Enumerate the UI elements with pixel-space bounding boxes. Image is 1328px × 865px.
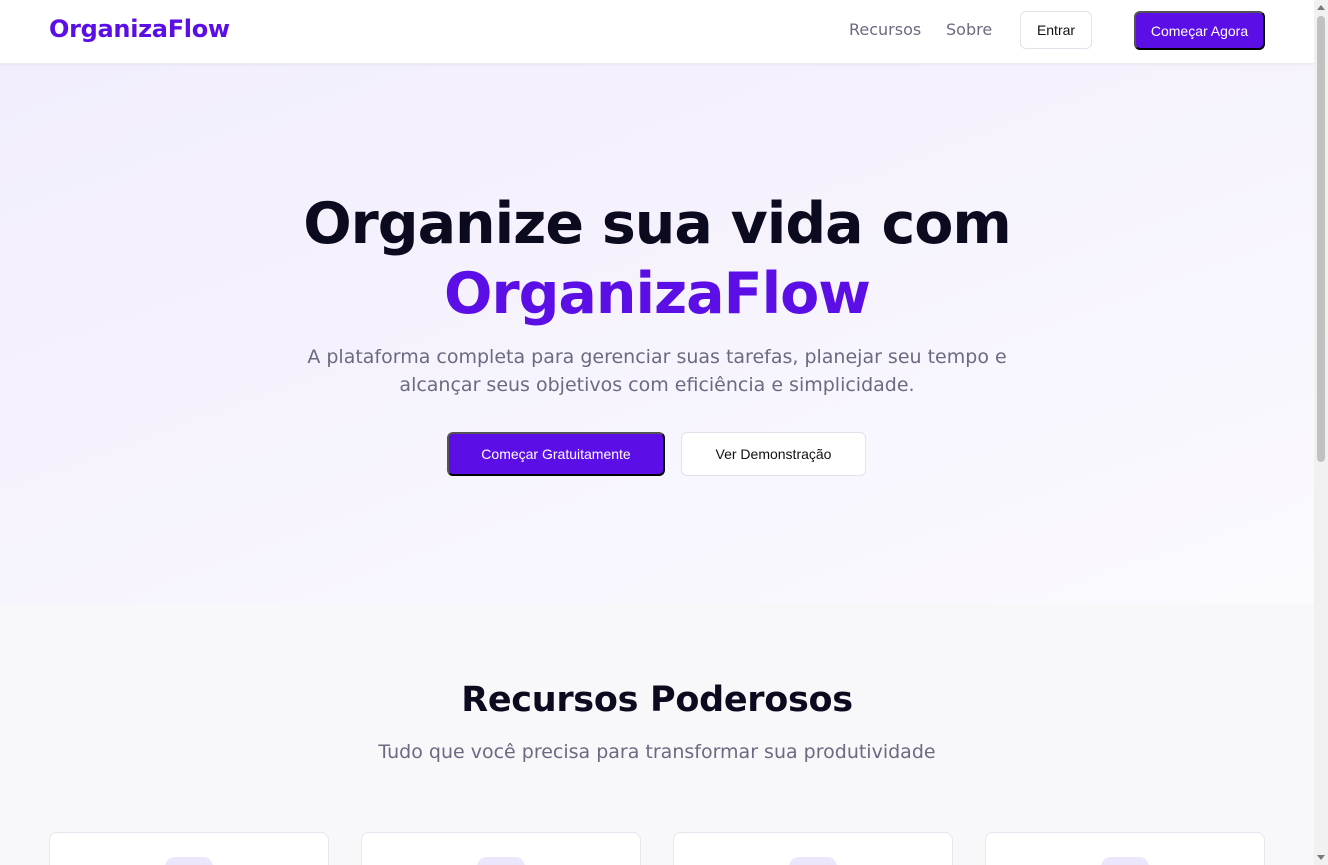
logo[interactable]: OrganizaFlow — [49, 15, 230, 43]
view-demo-button[interactable]: Ver Demonstração — [681, 432, 866, 476]
hero-title: Organize sua vida com OrganizaFlow — [0, 189, 1314, 329]
feature-card — [673, 832, 953, 865]
hero-title-accent: OrganizaFlow — [444, 261, 871, 327]
feature-card — [985, 832, 1265, 865]
scroll-down-arrow-icon[interactable] — [1317, 855, 1325, 860]
feature-card — [361, 832, 641, 865]
login-button[interactable]: Entrar — [1020, 11, 1092, 49]
feature-icon — [165, 857, 213, 865]
navbar: OrganizaFlow Recursos Sobre Entrar Começ… — [0, 0, 1314, 64]
hero-section: Organize sua vida com OrganizaFlow A pla… — [0, 63, 1314, 604]
scrollbar[interactable] — [1314, 0, 1328, 865]
hero-subtitle: A plataforma completa para gerenciar sua… — [307, 346, 1007, 396]
nav-link-sobre[interactable]: Sobre — [946, 20, 992, 39]
feature-icon — [1101, 857, 1149, 865]
feature-icon — [477, 857, 525, 865]
nav-link-recursos[interactable]: Recursos — [849, 20, 921, 39]
scroll-up-arrow-icon[interactable] — [1317, 5, 1325, 10]
features-subtitle: Tudo que você precisa para transformar s… — [378, 741, 936, 763]
get-started-button[interactable]: Começar Agora — [1134, 11, 1265, 50]
start-free-button[interactable]: Começar Gratuitamente — [447, 432, 665, 476]
hero-title-line: Organize sua vida com — [303, 191, 1012, 257]
scrollbar-thumb[interactable] — [1317, 16, 1325, 462]
feature-card — [49, 832, 329, 865]
page: OrganizaFlow Recursos Sobre Entrar Começ… — [0, 0, 1314, 865]
feature-icon — [789, 857, 837, 865]
features-title: Recursos Poderosos — [461, 680, 853, 720]
features-section: Recursos Poderosos Tudo que você precisa… — [0, 604, 1314, 865]
